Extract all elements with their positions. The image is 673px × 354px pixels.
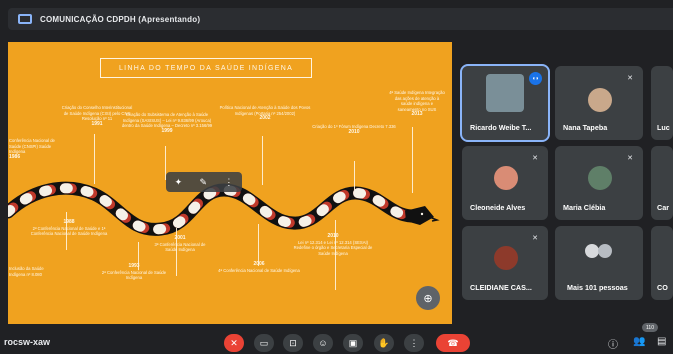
- avatar: [494, 246, 518, 270]
- avatar: [585, 244, 599, 258]
- timeline-connector: [412, 127, 413, 193]
- participant-name: CLEIDIANE CAS...: [470, 283, 532, 292]
- timeline-event-1988: 1988 2ª Conferência Nacional de Saúde e …: [30, 219, 108, 236]
- mic-off-icon: ✕: [627, 155, 633, 162]
- presentation-title: COMUNICAÇÃO CDPDH (Apresentando): [40, 14, 201, 24]
- avatar: [588, 88, 612, 112]
- participant-tile[interactable]: ◖◗ Ricardo Weibe T...: [460, 64, 550, 142]
- participant-name: Car: [657, 203, 669, 212]
- timeline-event-1993: 1993 2ª Conferência Nacional de Saúde In…: [101, 263, 167, 280]
- zoom-button[interactable]: ⊕: [416, 286, 440, 310]
- zoom-icon: ⊕: [423, 292, 433, 305]
- participant-tile[interactable]: Luc: [651, 66, 673, 140]
- participant-name: Maria Clébia: [563, 203, 606, 212]
- timeline-connector: [262, 136, 263, 185]
- more-icon: ⋮: [409, 337, 419, 348]
- people-icon[interactable]: 👥: [633, 336, 645, 347]
- shared-slide: LINHA DO TEMPO DA SAÚDE INDÍGENA Criação…: [8, 42, 452, 324]
- timeline-event-2002: Política Nacional de Atenção à Saúde dos…: [219, 105, 311, 121]
- participant-name: Mais 101 pessoas: [567, 283, 628, 292]
- camera-toggle-button[interactable]: ▭: [254, 334, 274, 352]
- captions-button[interactable]: ⊡: [283, 334, 303, 352]
- participant-name: Nana Tapeba: [563, 123, 608, 132]
- emoji-button[interactable]: ☺: [313, 334, 333, 352]
- timeline-event-1999: Criação do Subsistema de Atenção à Saúde…: [121, 112, 213, 134]
- avatar: [598, 244, 612, 258]
- info-icon[interactable]: ⓘ: [608, 336, 618, 351]
- raise-hand-icon: ✋: [378, 337, 390, 348]
- participant-count-badge: 110: [642, 323, 658, 332]
- participant-video: [486, 74, 524, 112]
- captions-icon: ⊡: [289, 337, 297, 348]
- participant-name: Luc: [657, 123, 670, 132]
- mic-off-icon: ✕: [230, 337, 238, 348]
- participant-tile[interactable]: ✕ CLEIDIANE CAS...: [462, 226, 548, 300]
- pointer-icon[interactable]: ✦: [175, 177, 183, 188]
- slide-title: LINHA DO TEMPO DA SAÚDE INDÍGENA: [118, 64, 294, 72]
- timeline-event-2010-sesai: 2010 Lei nº 12.314 e Lei nº 12.314 (SESA…: [293, 233, 373, 256]
- participant-tile[interactable]: Car: [651, 146, 673, 220]
- end-call-icon: ☎: [447, 337, 459, 348]
- more-options-button[interactable]: ⋮: [404, 334, 424, 352]
- participant-name: CO: [657, 283, 668, 292]
- timeline-connector: [94, 134, 95, 184]
- timeline-event-2013: 4ª Saúde Indígena Integração das ações d…: [389, 90, 445, 117]
- top-header: COMUNICAÇÃO CDPDH (Apresentando): [8, 8, 673, 30]
- camera-icon: ▭: [259, 337, 269, 348]
- timeline-event-2006: 2006 4ª Conferência Nacional de Saúde In…: [218, 261, 300, 273]
- chat-icon[interactable]: ▤: [657, 336, 666, 347]
- timeline-connector: [258, 224, 259, 266]
- participant-tile[interactable]: CO: [651, 226, 673, 300]
- slide-title-box: LINHA DO TEMPO DA SAÚDE INDÍGENA: [100, 58, 312, 78]
- timeline-connector: [354, 161, 355, 190]
- more-icon[interactable]: ⋮: [224, 177, 233, 188]
- speaking-indicator-icon: ◖◗: [529, 72, 542, 85]
- mic-off-icon: ✕: [627, 75, 633, 82]
- participant-name: Ricardo Weibe T...: [470, 123, 532, 132]
- present-screen-button[interactable]: ▣: [343, 334, 363, 352]
- mic-toggle-button[interactable]: ✕: [224, 334, 244, 352]
- presentation-controls[interactable]: ✦ ✎ ⋮: [166, 172, 242, 192]
- pen-icon[interactable]: ✎: [199, 177, 207, 188]
- participant-tile[interactable]: Mais 101 pessoas: [555, 226, 643, 300]
- emoji-icon: ☺: [318, 338, 328, 348]
- participant-tile[interactable]: ✕ Cleoneide Alves: [462, 146, 548, 220]
- mic-off-icon: ✕: [532, 235, 538, 242]
- raise-hand-button[interactable]: ✋: [374, 334, 394, 352]
- bottom-control-bar: rocsw-xaw ✕ ▭ ⊡ ☺ ▣ ✋ ⋮ ☎ ⓘ 👥 ▤: [0, 330, 673, 354]
- participant-tile[interactable]: ✕ Maria Clébia: [555, 146, 643, 220]
- avatar: [494, 166, 518, 190]
- participant-tile[interactable]: ✕ Nana Tapeba: [555, 66, 643, 140]
- present-screen-icon: ▣: [348, 337, 358, 348]
- end-call-button[interactable]: ☎: [436, 334, 470, 352]
- timeline-event-2010-forum: Criação do 1º Fórum Indígena Decreto 7.3…: [312, 124, 396, 135]
- avatar: [588, 166, 612, 190]
- present-icon: [18, 14, 32, 24]
- timeline-event-2001: 2001 3ª Conferência Nacional de Saúde In…: [154, 235, 206, 252]
- timeline-event-8080: Inclusão da Saúde Indígena nº 8.080: [9, 266, 44, 277]
- timeline-event-1986: Conferência Nacional de Saúde (CNSPI) Sa…: [9, 138, 55, 160]
- participant-name: Cleoneide Alves: [470, 203, 526, 212]
- meeting-code: rocsw-xaw: [4, 337, 51, 347]
- mic-off-icon: ✕: [532, 155, 538, 162]
